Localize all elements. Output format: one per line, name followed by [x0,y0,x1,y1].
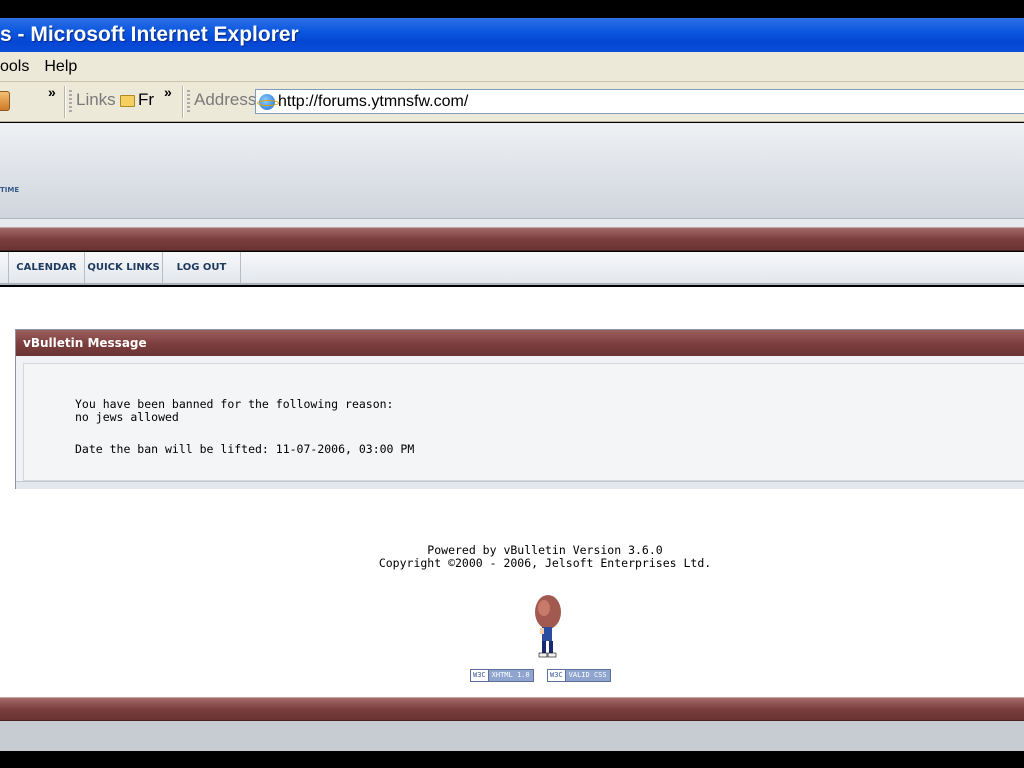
xhtml-label: XHTML 1.0 [488,670,533,681]
message-title: vBulletin Message [16,330,1024,356]
forum-navbar: CALENDAR QUICK LINKS LOG OUT [0,252,1024,285]
toolbar-chevron-icon[interactable]: » [48,84,56,100]
menu-item-tools[interactable]: ools [0,58,37,76]
ban-lift-date: Date the ban will be lifted: 11-07-2006,… [75,442,415,456]
powered-by-text: Powered by vBulletin Version 3.6.0 [427,543,663,557]
toolbar-grip[interactable] [187,90,190,114]
bottom-gray-bar [0,721,1024,751]
window-title-bar[interactable]: s - Microsoft Internet Explorer [0,18,1024,52]
message-body: You have been banned for the following r… [23,363,1024,481]
address-label: Address [194,90,257,109]
toolbar-grip[interactable] [69,90,72,114]
menu-item-help[interactable]: Help [37,58,85,76]
w3c-logo: W3C [471,670,489,681]
time-label: TIME [0,186,20,194]
links-item-favorite[interactable]: Fr [138,90,154,110]
nav-quick-links[interactable]: QUICK LINKS [85,252,163,283]
css-label: VALID CSS [565,670,610,681]
links-chevron-icon[interactable]: » [164,84,172,100]
ban-reason-heading: You have been banned for the following r… [75,397,394,411]
nav-item-cut[interactable] [0,252,9,283]
address-input[interactable]: http://forums.ytmnsfw.com/ [278,93,468,111]
folder-icon [120,95,135,107]
css-badge[interactable]: W3C VALID CSS [547,669,611,682]
mascot-image [535,595,561,658]
w3c-logo: W3C [548,670,566,681]
message-box-footer [16,481,1024,489]
toolbar-separator [64,86,66,118]
browser-toolbar: » Links Fr » Address http://forums.ytmns… [0,82,1024,122]
header-divider [0,219,1024,227]
address-bar[interactable]: http://forums.ytmnsfw.com/ [255,89,1024,114]
ie-page-icon [257,93,279,110]
window-title: s - Microsoft Internet Explorer [0,23,299,46]
toolbar-separator [182,86,184,118]
xhtml-badge[interactable]: W3C XHTML 1.0 [470,669,534,682]
message-box: vBulletin Message You have been banned f… [15,329,1024,489]
bottom-maroon-bar [0,697,1024,721]
menu-bar: ools Help [0,52,1024,82]
copyright-text: Copyright ©2000 - 2006, Jelsoft Enterpri… [378,556,712,570]
nav-log-out[interactable]: LOG OUT [163,252,241,283]
nav-calendar[interactable]: CALENDAR [9,252,85,283]
home-icon[interactable] [0,91,10,111]
top-maroon-bar [0,227,1024,251]
ban-reason: no jews allowed [75,410,179,424]
links-label[interactable]: Links [76,90,116,110]
page-content: vBulletin Message You have been banned f… [0,287,1024,697]
forum-header: TIME [0,123,1024,219]
